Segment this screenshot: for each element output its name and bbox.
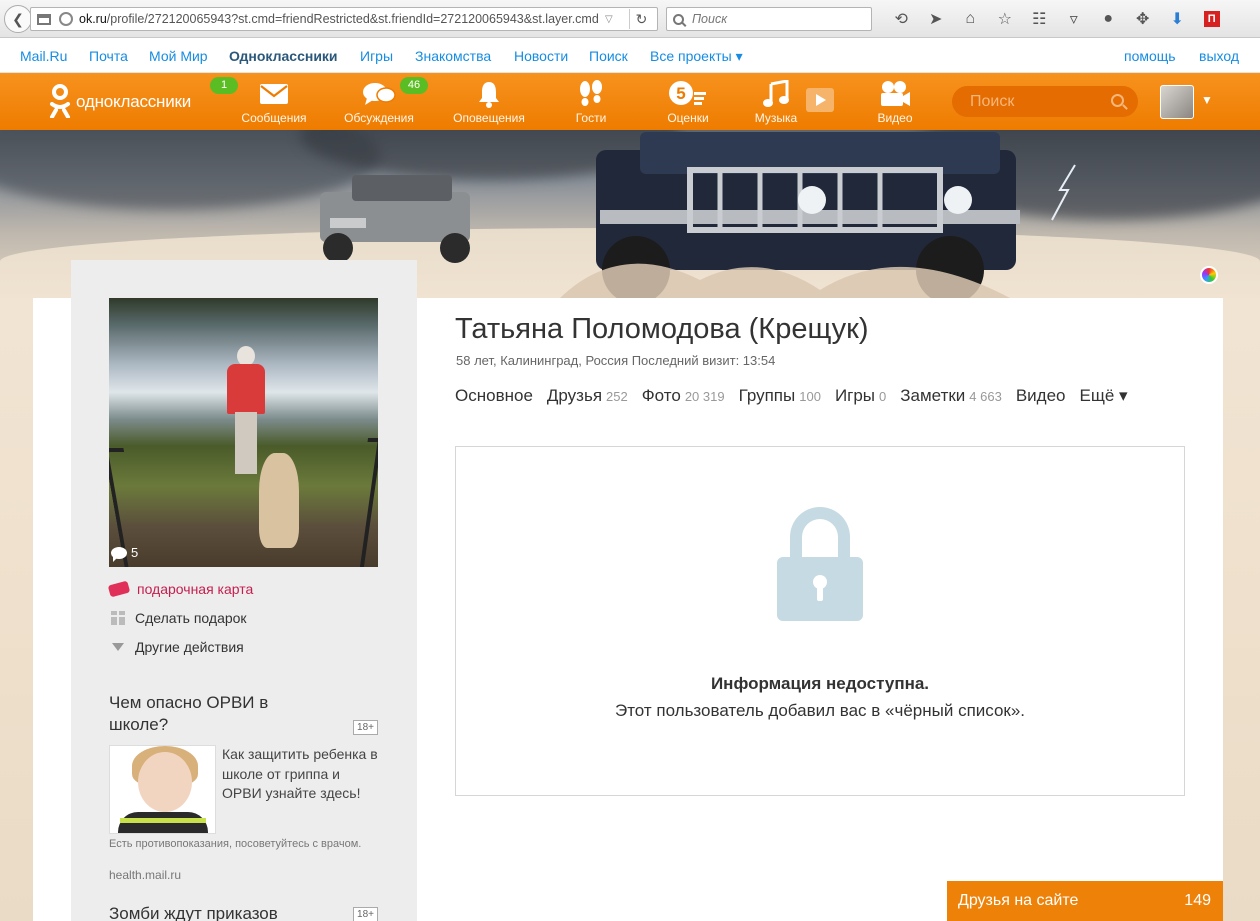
envelope-icon xyxy=(238,79,310,109)
photo-comments-count[interactable]: 5 xyxy=(111,545,138,562)
user-avatar[interactable] xyxy=(1160,85,1194,119)
toolbar-guests[interactable]: Гости xyxy=(568,79,614,129)
site-info-icon[interactable] xyxy=(59,12,73,26)
profile-photo[interactable] xyxy=(109,298,378,567)
comment-icon xyxy=(111,546,127,562)
gift-card-link[interactable]: подарочная карта xyxy=(107,580,253,598)
restricted-info-box: Информация недоступна. Этот пользователь… xyxy=(455,446,1185,796)
tab-notes[interactable]: Заметки 4 663 xyxy=(900,386,1002,406)
nav-all-projects[interactable]: Все проекты ▾ xyxy=(650,48,743,65)
search-icon xyxy=(673,13,684,25)
toolbar-notifications[interactable]: Оповещения xyxy=(450,79,528,129)
footprints-icon xyxy=(568,79,614,109)
make-gift-link[interactable]: Сделать подарок xyxy=(109,610,247,626)
ad-domain[interactable]: health.mail.ru xyxy=(109,868,181,882)
gift-card-icon xyxy=(107,580,131,598)
toolbar-video[interactable]: Видео xyxy=(872,79,918,129)
extension-icon[interactable]: ✥ xyxy=(1126,8,1161,30)
reading-list-icon[interactable]: ☷ xyxy=(1022,8,1057,30)
discussions-badge[interactable]: 46 xyxy=(400,77,428,94)
home-icon[interactable]: ⌂ xyxy=(953,8,988,30)
svg-text:5: 5 xyxy=(676,84,685,103)
tab-more[interactable]: Ещё ▾ xyxy=(1080,386,1128,406)
tab-photos[interactable]: Фото 20 319 xyxy=(642,386,725,406)
nav-mail[interactable]: Почта xyxy=(89,48,128,64)
url-text[interactable]: ok.ru/profile/272120065943?st.cmd=friend… xyxy=(79,12,599,26)
friends-online-count: 149 xyxy=(1184,892,1211,909)
addon-red-icon[interactable]: П xyxy=(1195,8,1230,30)
reload-icon[interactable]: ↻ xyxy=(629,9,653,29)
tab-video[interactable]: Видео xyxy=(1016,386,1066,406)
ad-title-2[interactable]: Зомби ждут приказов xyxy=(109,903,349,921)
ok-logo-text: одноклассники xyxy=(76,92,192,111)
triangle-down-icon xyxy=(112,643,124,651)
music-play-icon[interactable] xyxy=(806,88,834,112)
restricted-title: Информация недоступна. xyxy=(710,674,930,693)
other-actions-link[interactable]: Другие действия xyxy=(109,639,244,655)
browser-toolbar: ❮ ok.ru/profile/272120065943?st.cmd=frie… xyxy=(0,0,1260,38)
mailru-portal-bar: Mail.Ru Почта Мой Мир Одноклассники Игры… xyxy=(0,39,1260,73)
ad-title[interactable]: Чем опасно ОРВИ в школе? xyxy=(109,692,329,736)
friends-online-panel[interactable]: Друзья на сайте 149 xyxy=(947,881,1223,921)
user-menu-arrow-icon[interactable]: ▼ xyxy=(1201,93,1213,107)
ad-age-badge: 18+ xyxy=(353,720,378,735)
friends-online-label: Друзья на сайте xyxy=(958,892,1079,909)
restricted-message: Этот пользователь добавил вас в «чёрный … xyxy=(614,701,1026,720)
browser-search-placeholder: Поиск xyxy=(692,12,728,26)
gift-icon xyxy=(111,611,125,625)
profile-tabs: Основное Друзья 252 Фото 20 319 Группы 100 … xyxy=(455,386,1142,406)
nav-search[interactable]: Поиск xyxy=(589,48,628,64)
nav-logout[interactable]: выход xyxy=(1199,48,1239,64)
nav-my-world[interactable]: Мой Мир xyxy=(149,48,208,64)
theme-palette-icon[interactable] xyxy=(1200,266,1218,284)
ad-age-badge-2: 18+ xyxy=(353,907,378,921)
nav-odnoklassniki[interactable]: Одноклассники xyxy=(229,48,338,64)
rating-five-icon: 5 xyxy=(663,79,713,109)
lock-icon xyxy=(777,507,863,623)
video-camera-icon xyxy=(872,79,918,109)
chat-icon[interactable]: ● xyxy=(1091,8,1126,30)
ok-search-placeholder: Поиск xyxy=(970,93,1015,110)
toolbar-ratings[interactable]: 5 Оценки xyxy=(663,79,713,129)
tab-friends[interactable]: Друзья 252 xyxy=(547,386,628,406)
ad-disclaimer: Есть противопоказания, посоветуйтесь с в… xyxy=(109,838,362,850)
search-icon[interactable] xyxy=(1111,94,1124,107)
ok-search-input[interactable]: Поиск xyxy=(952,86,1138,117)
address-bar[interactable]: ok.ru/profile/272120065943?st.cmd=friend… xyxy=(30,7,658,31)
ok-logo[interactable]: одноклассники xyxy=(48,84,191,120)
send-icon[interactable]: ➤ xyxy=(919,8,954,30)
browser-search-box[interactable]: Поиск xyxy=(666,7,872,31)
toolbar-messages[interactable]: Сообщения xyxy=(238,79,310,129)
tab-main[interactable]: Основное xyxy=(455,386,533,406)
pocket-icon[interactable]: ▿ xyxy=(1057,8,1092,30)
bell-icon xyxy=(450,79,528,109)
nav-help[interactable]: помощь xyxy=(1124,48,1176,64)
nav-news[interactable]: Новости xyxy=(514,48,568,64)
profile-name: Татьяна Поломодова (Крещук) xyxy=(455,313,869,345)
history-icon[interactable]: ⟲ xyxy=(884,8,919,30)
nav-dating[interactable]: Знакомства xyxy=(415,48,491,64)
url-history-dropdown-icon[interactable]: ▽ xyxy=(605,14,613,25)
bookmark-star-icon[interactable]: ☆ xyxy=(988,8,1023,30)
tab-groups[interactable]: Группы 100 xyxy=(739,386,821,406)
ad-text[interactable]: Как защитить ребенка в школе от гриппа и… xyxy=(222,745,382,804)
nav-mailru[interactable]: Mail.Ru xyxy=(20,48,67,64)
ok-toolbar: одноклассники 1 Сообщения Обсуждения 46 … xyxy=(0,73,1260,130)
tab-games[interactable]: Игры 0 xyxy=(835,386,886,406)
logo-notification-badge[interactable]: 1 xyxy=(210,77,238,94)
back-button[interactable]: ❮ xyxy=(4,5,32,33)
ad-image[interactable] xyxy=(109,745,216,834)
ok-logo-icon xyxy=(48,84,72,120)
download-icon[interactable]: ⬇ xyxy=(1160,8,1195,30)
music-note-icon xyxy=(752,79,800,109)
profile-meta: 58 лет, Калининград, Россия Последний ви… xyxy=(456,353,776,368)
tab-groups-icon[interactable] xyxy=(37,13,51,25)
toolbar-music[interactable]: Музыка xyxy=(752,79,800,129)
nav-games[interactable]: Игры xyxy=(360,48,393,64)
